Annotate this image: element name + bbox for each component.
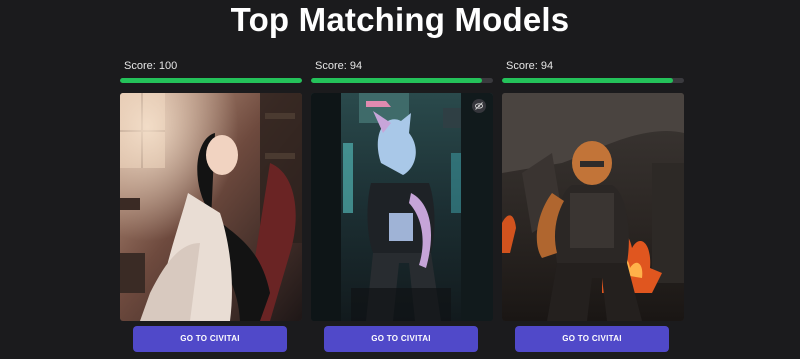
go-to-civitai-button[interactable]: GO TO CIVITAI [133,326,287,352]
score-bar-fill [311,78,483,83]
model-card: Score: 94 GO TO CIVITAI [311,58,493,359]
score-label: Score: 100 [124,60,178,72]
score-bar-fill [120,78,302,83]
go-to-civitai-button[interactable]: GO TO CIVITAI [324,326,478,352]
model-image[interactable] [311,93,493,321]
go-to-civitai-button[interactable]: GO TO CIVITAI [515,326,669,352]
model-card: Score: 100 GO TO CIVITAI [120,58,302,359]
eye-off-icon[interactable] [472,99,486,113]
tiger-soldier-fire-image [502,93,684,321]
score-label: Score: 94 [315,60,363,72]
model-image[interactable] [502,93,684,321]
cyberpunk-fox-character-image [311,93,493,321]
score-bar-fill [502,78,674,83]
score-label: Score: 94 [506,60,554,72]
anime-girl-reclining-image [120,93,302,321]
model-card: Score: 94 GO TO CIVITAI [502,58,684,359]
score-bar [311,78,493,83]
model-image[interactable] [120,93,302,321]
top-matching-models-page: Top Matching Models Score: 100 GO TO CIV… [0,0,800,359]
page-title: Top Matching Models [230,1,570,38]
score-bar [502,78,684,83]
score-bar [120,78,302,83]
